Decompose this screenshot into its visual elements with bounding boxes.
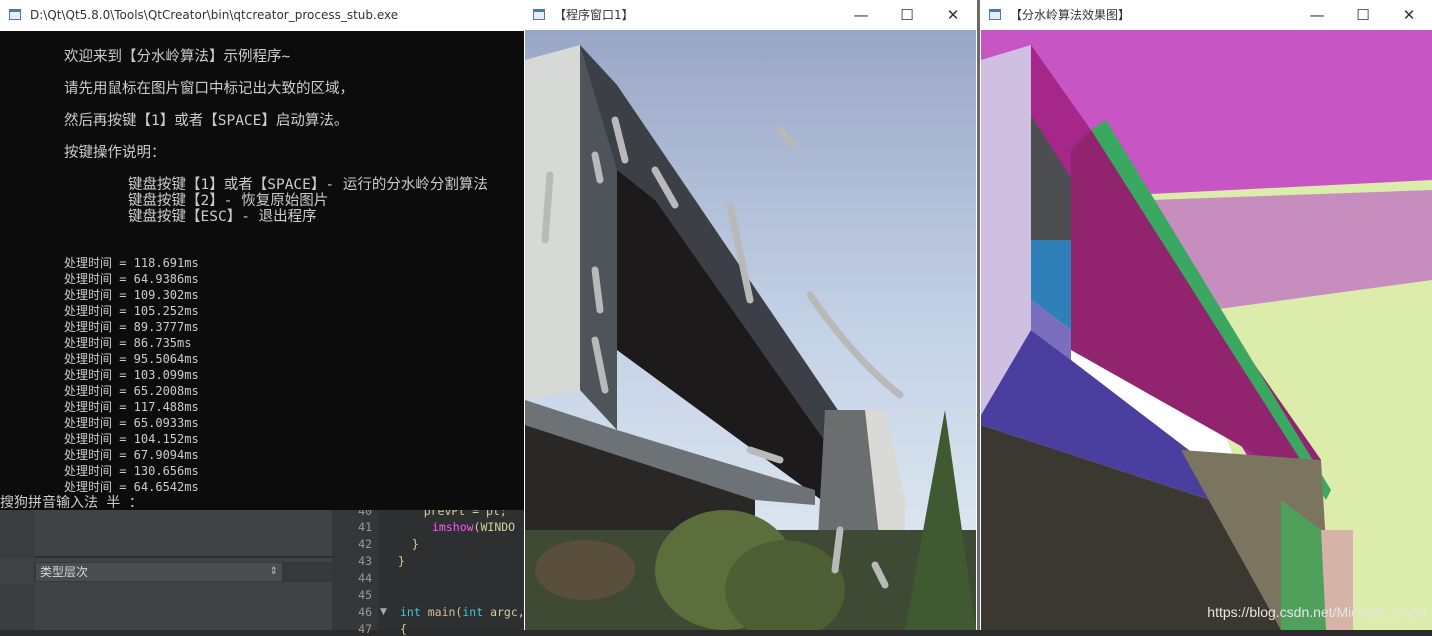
timing-line: 处理时间 = 104.152ms — [64, 432, 199, 446]
line-number: 47 — [358, 622, 372, 636]
console-line: 欢迎来到【分水岭算法】示例程序~ — [64, 49, 291, 65]
close-button[interactable]: ✕ — [1386, 0, 1432, 31]
timing-line: 处理时间 = 109.302ms — [64, 288, 199, 302]
code-line: } — [398, 554, 405, 568]
program-window-1[interactable]: 【程序窗口1】 — ☐ ✕ — [524, 0, 977, 630]
combo-arrows-icon: ⇕ — [269, 566, 278, 577]
code-line: { — [400, 622, 407, 636]
segmentation-overlay — [981, 30, 1432, 630]
line-number: 41 — [358, 520, 372, 534]
line-number-gutter: 40 41 42 43 44 45 46 47 ▼ — [332, 504, 387, 636]
timing-line: 处理时间 = 67.9094ms — [64, 448, 199, 462]
window1-titlebar[interactable]: 【程序窗口1】 — ☐ ✕ — [524, 0, 977, 31]
timing-line: 处理时间 = 95.5064ms — [64, 352, 199, 366]
console-title: D:\Qt\Qt5.8.0\Tools\QtCreator\bin\qtcrea… — [30, 8, 399, 22]
console-titlebar[interactable]: D:\Qt\Qt5.8.0\Tools\QtCreator\bin\qtcrea… — [0, 0, 524, 31]
console-app-icon — [9, 9, 21, 20]
timing-line: 处理时间 = 89.3777ms — [64, 320, 199, 334]
panel-top — [0, 510, 332, 558]
code-line: } — [398, 537, 419, 551]
qtcreator-left-panel: 类型层次 ⇕ ⊞ ⊟ — [0, 510, 332, 631]
code-editor[interactable]: 40 41 42 43 44 45 46 47 ▼ prevPt = pt; i… — [332, 504, 552, 636]
console-line: 然后再按键【1】或者【SPACE】启动算法。 — [64, 113, 349, 129]
close-button[interactable]: ✕ — [930, 0, 976, 31]
code-line: imshow(WINDO — [432, 520, 516, 534]
console-line: 按键操作说明： — [64, 145, 166, 161]
timing-line: 处理时间 = 118.691ms — [64, 256, 199, 270]
timing-line: 处理时间 = 86.735ms — [64, 336, 192, 350]
console-line: 键盘按键【ESC】- 退出程序 — [128, 209, 317, 225]
console-line: 请先用鼠标在图片窗口中标记出大致的区域， — [64, 81, 354, 97]
ime-status: 搜狗拼音输入法 半 ： — [0, 495, 143, 510]
console-window[interactable]: D:\Qt\Qt5.8.0\Tools\QtCreator\bin\qtcrea… — [0, 0, 524, 510]
window2-titlebar[interactable]: 【分水岭算法效果图】 — ☐ ✕ — [980, 0, 1432, 31]
watershed-result-window[interactable]: 【分水岭算法效果图】 — ☐ ✕ https://blog.csdn.net/M… — [980, 0, 1432, 630]
building-image-with-markers[interactable] — [525, 30, 976, 630]
line-number: 45 — [358, 588, 372, 602]
timing-line: 处理时间 = 130.656ms — [64, 464, 199, 478]
fold-arrow-icon[interactable]: ▼ — [380, 607, 387, 617]
console-output[interactable]: 欢迎来到【分水岭算法】示例程序~ 请先用鼠标在图片窗口中标记出大致的区域， 然后… — [0, 31, 524, 510]
timing-line: 处理时间 = 64.9386ms — [64, 272, 199, 286]
type-hierarchy-label: 类型层次 — [40, 565, 89, 579]
timing-line: 处理时间 = 105.252ms — [64, 304, 199, 318]
line-number: 42 — [358, 537, 372, 551]
maximize-button[interactable]: ☐ — [884, 0, 930, 31]
maximize-button[interactable]: ☐ — [1340, 0, 1386, 31]
timing-line: 处理时间 = 65.0933ms — [64, 416, 199, 430]
hierarchy-toolbar: 类型层次 ⇕ ⊞ ⊟ — [34, 562, 332, 631]
qtcreator-background: 类型层次 ⇕ ⊞ ⊟ 40 41 42 43 44 45 46 47 ▼ pre… — [0, 504, 552, 636]
window1-app-icon — [533, 9, 545, 20]
minimize-button[interactable]: — — [838, 0, 884, 31]
line-number: 44 — [358, 571, 372, 585]
watershed-segmentation-image: https://blog.csdn.net/Michael_Chan — [981, 30, 1432, 630]
line-number: 43 — [358, 554, 372, 568]
building-photo — [525, 30, 976, 630]
watermark: https://blog.csdn.net/Michael_Chan — [1207, 604, 1426, 620]
window2-app-icon — [989, 9, 1001, 20]
minimize-button[interactable]: — — [1294, 0, 1340, 31]
timing-line: 处理时间 = 65.2008ms — [64, 384, 199, 398]
timing-line: 处理时间 = 103.099ms — [64, 368, 199, 382]
hierarchy-view — [34, 584, 332, 630]
window2-title: 【分水岭算法效果图】 — [1010, 8, 1131, 22]
line-number: 46 — [358, 605, 372, 619]
timing-line: 处理时间 = 117.488ms — [64, 400, 199, 414]
window1-title: 【程序窗口1】 — [554, 8, 634, 22]
type-hierarchy-combo[interactable]: 类型层次 ⇕ — [36, 563, 282, 581]
